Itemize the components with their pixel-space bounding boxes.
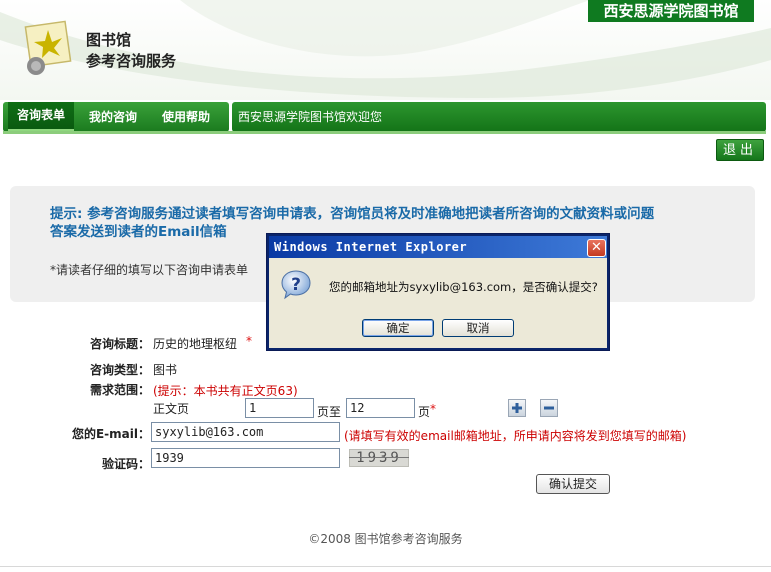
captcha-label: 验证码： <box>101 457 150 471</box>
dialog-body: ? 您的邮箱地址为syxylib@163.com，是否确认提交? 确定 取消 <box>269 258 607 348</box>
site-name-banner: 西安思源学院图书馆 <box>588 0 754 22</box>
nav-divider <box>3 131 766 134</box>
page-to-input[interactable]: 12 <box>346 398 415 418</box>
plus-icon[interactable] <box>508 399 526 417</box>
footer-copyright: ©2008 图书馆参考咨询服务 <box>308 532 463 546</box>
tip-line-1: 提示: 参考咨询服务通过读者填写咨询申请表，咨询馆员将及时准确地把读者所咨询的文… <box>50 206 655 222</box>
ok-button[interactable]: 确定 <box>362 319 434 337</box>
apple-logo-icon <box>22 20 78 80</box>
subject-required-mark: * <box>246 334 252 348</box>
submit-button[interactable]: 确认提交 <box>536 474 610 494</box>
body-pages-label: 正文页 <box>153 402 190 416</box>
welcome-bar: 西安思源学院图书馆欢迎您 <box>232 102 766 132</box>
page-from-input[interactable]: 1 <box>245 398 314 418</box>
logout-button[interactable]: 退出 <box>716 139 764 161</box>
email-label: 您的E-mail： <box>71 427 150 441</box>
nav-item-consult-form[interactable]: 咨询表单 <box>8 102 74 132</box>
footer-divider <box>0 566 771 567</box>
email-note: (请填写有效的email邮箱地址，所申请内容将发到您填写的邮箱) <box>344 429 687 443</box>
dialog-title: Windows Internet Explorer <box>274 240 468 254</box>
subject-label: 咨询标题： <box>89 337 150 351</box>
email-input[interactable]: syxylib@163.com <box>151 422 340 442</box>
library-title: 图书馆 <box>86 31 132 49</box>
page-to-label: 页至 <box>317 405 342 419</box>
page-suffix: 页 <box>418 405 431 419</box>
dialog-message: 您的邮箱地址为syxylib@163.com，是否确认提交? <box>329 280 598 294</box>
form-instruction: *请读者仔细的填写以下咨询申请表单 <box>50 263 249 277</box>
type-label: 咨询类型： <box>89 363 150 377</box>
type-value: 图书 <box>153 363 178 377</box>
question-icon: ? <box>280 269 312 301</box>
range-note: (提示：本书共有正文页63) <box>153 384 298 398</box>
range-label: 需求范围： <box>89 383 150 397</box>
minus-icon[interactable] <box>540 399 558 417</box>
captcha-noise-line <box>349 457 409 458</box>
confirm-dialog: Windows Internet Explorer ✕ ? 您的邮箱地址为syx… <box>266 233 610 351</box>
cancel-button[interactable]: 取消 <box>442 319 514 337</box>
service-subtitle: 参考咨询服务 <box>86 52 177 70</box>
dialog-titlebar[interactable]: Windows Internet Explorer ✕ <box>269 236 607 258</box>
nav-item-help[interactable]: 使用帮助 <box>151 102 221 132</box>
subject-value: 历史的地理枢纽 <box>153 337 238 351</box>
close-icon[interactable]: ✕ <box>587 239 606 257</box>
captcha-input[interactable]: 1939 <box>151 448 340 468</box>
captcha-image: 1939 <box>349 449 409 467</box>
main-nav: 咨询表单 我的咨询 使用帮助 <box>3 102 229 132</box>
svg-text:?: ? <box>291 275 301 295</box>
range-required-mark: * <box>430 402 436 416</box>
nav-item-my-consults[interactable]: 我的咨询 <box>79 102 147 132</box>
